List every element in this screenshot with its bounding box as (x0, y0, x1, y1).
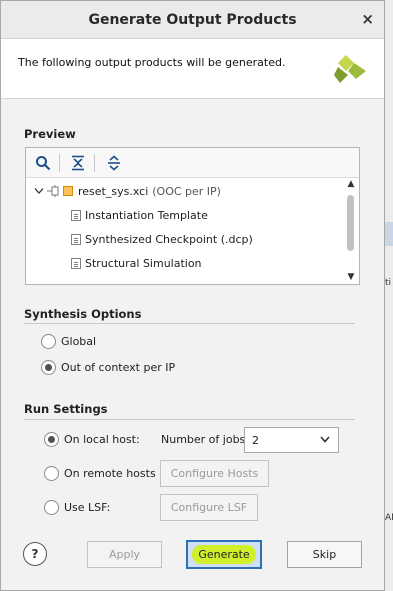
tree-item-label: Synthesized Checkpoint (.dcp) (85, 232, 253, 246)
section-divider (24, 419, 355, 420)
header-description: The following output products will be ge… (18, 56, 286, 69)
vivado-logo-icon (334, 55, 366, 83)
generate-output-products-dialog: Generate Output Products × The following… (0, 0, 385, 591)
output-products-tree: reset_sys.xci (OOC per IP) Instantiation… (26, 179, 344, 284)
synthesis-option-global[interactable]: Global (41, 334, 96, 349)
radio-out-of-context[interactable] (41, 360, 56, 375)
dialog-title: Generate Output Products (88, 12, 297, 28)
help-button[interactable]: ? (23, 542, 47, 566)
chevron-down-icon[interactable] (34, 187, 44, 195)
document-icon (71, 209, 81, 221)
generate-button-label: Generate (192, 545, 256, 564)
preview-section-title: Preview (24, 127, 76, 141)
run-settings-title: Run Settings (24, 402, 108, 416)
ip-hierarchy-icon (47, 185, 59, 197)
scroll-down-icon[interactable]: ▼ (344, 272, 358, 284)
tree-root-name: reset_sys.xci (78, 184, 149, 198)
tree-item-label: Instantiation Template (85, 208, 208, 222)
use-lsf-label: Use LSF: (64, 501, 111, 514)
background-selection-strip (385, 222, 393, 246)
collapse-all-icon[interactable] (67, 152, 89, 174)
dialog-header: The following output products will be ge… (1, 39, 384, 99)
background-window-edge: ti AN (385, 0, 393, 591)
radio-local-host[interactable] (44, 432, 59, 447)
run-local-host-option[interactable]: On local host: (44, 432, 140, 447)
synthesis-option-label: Global (61, 335, 97, 348)
radio-remote-hosts[interactable] (44, 466, 59, 481)
section-divider (24, 323, 355, 324)
jobs-value: 2 (252, 434, 259, 447)
toolbar-separator (94, 154, 95, 172)
remote-hosts-label: On remote hosts (64, 467, 156, 480)
radio-global[interactable] (41, 334, 56, 349)
preview-scrollbar[interactable]: ▲ ▼ (344, 179, 358, 284)
document-icon (71, 233, 81, 245)
chevron-down-icon[interactable] (319, 433, 331, 445)
run-lsf-option[interactable]: Use LSF: (44, 500, 110, 515)
tree-row-child[interactable]: Instantiation Template (71, 204, 208, 226)
background-text-fragment: AN (385, 513, 393, 523)
synthesis-options-title: Synthesis Options (24, 307, 142, 321)
synthesis-option-ooc[interactable]: Out of context per IP (41, 360, 175, 375)
search-icon[interactable] (32, 152, 54, 174)
configure-hosts-button[interactable]: Configure Hosts (160, 460, 269, 487)
close-icon[interactable]: × (361, 10, 374, 28)
background-text-fragment: ti (385, 278, 392, 288)
local-host-label: On local host: (64, 433, 140, 446)
tree-root-suffix: (OOC per IP) (152, 184, 221, 198)
toolbar-separator (59, 154, 60, 172)
tree-item-label: Structural Simulation (85, 256, 202, 270)
apply-button[interactable]: Apply (87, 541, 162, 568)
scroll-up-icon[interactable]: ▲ (344, 179, 358, 191)
tree-row-child[interactable]: Synthesized Checkpoint (.dcp) (71, 228, 253, 250)
generate-button[interactable]: Generate (186, 540, 262, 569)
skip-button[interactable]: Skip (287, 541, 362, 568)
ip-core-icon (63, 186, 73, 196)
tree-row-root[interactable]: reset_sys.xci (OOC per IP) (34, 180, 221, 202)
document-icon (71, 257, 81, 269)
run-remote-hosts-option[interactable]: On remote hosts (44, 466, 156, 481)
radio-use-lsf[interactable] (44, 500, 59, 515)
synthesis-option-label: Out of context per IP (61, 361, 176, 374)
configure-lsf-button[interactable]: Configure LSF (160, 494, 258, 521)
expand-all-icon[interactable] (103, 152, 125, 174)
number-of-jobs-label: Number of jobs: (161, 433, 249, 446)
preview-panel: reset_sys.xci (OOC per IP) Instantiation… (25, 147, 360, 285)
number-of-jobs-select[interactable]: 2 (244, 427, 339, 453)
tree-row-child[interactable]: Structural Simulation (71, 252, 202, 274)
title-bar[interactable]: Generate Output Products × (1, 1, 384, 39)
preview-toolbar (26, 148, 359, 178)
scrollbar-thumb[interactable] (347, 195, 354, 251)
